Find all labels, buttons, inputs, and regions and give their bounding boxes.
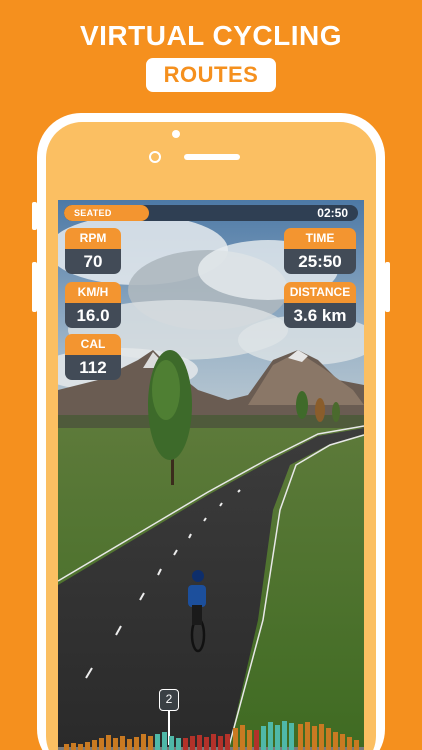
stat-value: 25:50	[284, 249, 356, 274]
front-camera-icon	[149, 151, 161, 163]
stat-calories: CAL 112	[65, 334, 121, 380]
stat-rpm: RPM 70	[65, 228, 121, 274]
stat-distance: DISTANCE 3.6 km	[284, 282, 356, 328]
elapsed-time: 02:50	[317, 206, 348, 220]
camera-dot-icon	[172, 130, 180, 138]
speaker-grille	[184, 154, 240, 160]
stat-label: KM/H	[65, 282, 121, 303]
ride-progress-bar: SEATED 02:50	[64, 205, 358, 221]
phone-side-button-left-2	[32, 262, 37, 312]
phone-side-button-left	[32, 202, 37, 230]
stat-label: CAL	[65, 334, 121, 355]
position-label: SEATED	[74, 208, 112, 218]
lap-marker: 2	[159, 689, 179, 711]
stat-time: TIME 25:50	[284, 228, 356, 274]
game-screen[interactable]: SEATED 02:50 RPM 70 KM/H 16.0 CAL 112 TI…	[58, 200, 364, 750]
phone-side-button-right	[385, 262, 390, 312]
stat-value: 3.6 km	[284, 303, 356, 328]
stat-label: RPM	[65, 228, 121, 249]
stat-label: DISTANCE	[284, 282, 356, 303]
stat-value: 70	[65, 249, 121, 274]
stat-value: 112	[65, 355, 121, 380]
headline-title: VIRTUAL CYCLING	[79, 20, 343, 51]
stat-speed: KM/H 16.0	[65, 282, 121, 328]
elevation-profile	[58, 721, 364, 750]
headline-subtitle: ROUTES	[146, 58, 276, 92]
stat-value: 16.0	[65, 303, 121, 328]
stat-label: TIME	[284, 228, 356, 249]
